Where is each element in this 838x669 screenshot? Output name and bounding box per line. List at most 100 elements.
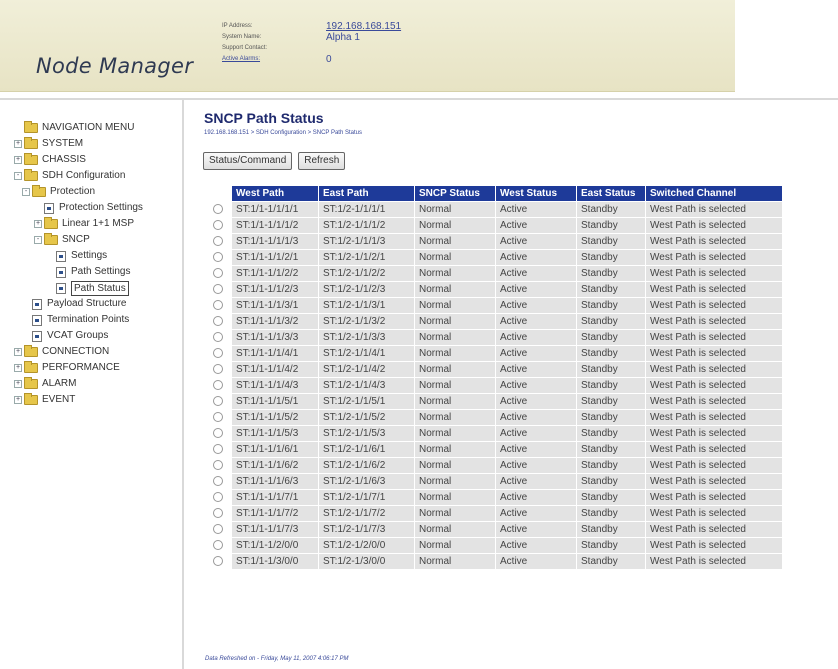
- table-cell: ST:1/1-1/1/5/1: [232, 394, 318, 409]
- row-radio-button[interactable]: [212, 492, 223, 503]
- nav-item-path-settings[interactable]: Path Settings: [14, 264, 143, 280]
- ip-address-row: IP Address: 192.168.168.151: [222, 21, 401, 32]
- row-radio-button[interactable]: [212, 284, 223, 295]
- table-cell: Active: [496, 490, 576, 505]
- table-cell: ST:1/2-1/1/5/2: [319, 410, 414, 425]
- row-radio-button[interactable]: [212, 380, 223, 391]
- expand-icon[interactable]: +: [14, 140, 22, 148]
- table-cell: ST:1/1-1/1/6/2: [232, 458, 318, 473]
- collapse-icon[interactable]: -: [14, 172, 22, 180]
- table-cell: ST:1/2-1/1/7/2: [319, 506, 414, 521]
- row-radio-button[interactable]: [212, 428, 223, 439]
- table-cell: Normal: [415, 522, 495, 537]
- row-radio-button[interactable]: [212, 204, 223, 215]
- table-cell: West Path is selected: [646, 218, 782, 233]
- table-cell: Normal: [415, 378, 495, 393]
- expand-icon[interactable]: +: [34, 220, 42, 228]
- row-radio-button[interactable]: [212, 332, 223, 343]
- system-name-label: System Name:: [222, 34, 262, 40]
- table-cell: Normal: [415, 538, 495, 553]
- nav-item-protection[interactable]: - Protection: [14, 184, 143, 200]
- row-radio-button[interactable]: [212, 300, 223, 311]
- table-cell: West Path is selected: [646, 506, 782, 521]
- active-alarms-row: Active Alarms: 0: [222, 54, 401, 65]
- row-radio-button[interactable]: [212, 364, 223, 375]
- table-header-row: West Path East Path SNCP Status West Status…: [204, 186, 782, 201]
- table-row: ST:1/1-1/1/1/3 ST:1/2-1/1/1/3 Normal Active…: [204, 234, 782, 249]
- nav-item-event[interactable]: + EVENT: [14, 392, 143, 408]
- folder-icon: [24, 153, 38, 165]
- nav-item-label: Termination Points: [47, 314, 130, 325]
- nav-item-label: Path Status: [71, 280, 129, 296]
- row-radio-button[interactable]: [212, 220, 223, 231]
- row-radio-button[interactable]: [212, 540, 223, 551]
- nav-item-settings[interactable]: Settings: [14, 248, 143, 264]
- expand-icon[interactable]: +: [14, 348, 22, 356]
- row-select-cell: [204, 474, 231, 489]
- nav-item-chassis[interactable]: + CHASSIS: [14, 152, 143, 168]
- row-radio-button[interactable]: [212, 508, 223, 519]
- nav-item-sdh-configuration[interactable]: - SDH Configuration: [14, 168, 143, 184]
- row-radio-button[interactable]: [212, 412, 223, 423]
- nav-item-performance[interactable]: + PERFORMANCE: [14, 360, 143, 376]
- refresh-button[interactable]: Refresh: [298, 152, 346, 170]
- row-radio-button[interactable]: [212, 396, 223, 407]
- table-row: ST:1/1-1/1/1/1 ST:1/2-1/1/1/1 Normal Active…: [204, 202, 782, 217]
- header-band: [0, 0, 838, 92]
- row-radio-button[interactable]: [212, 476, 223, 487]
- active-alarms-link[interactable]: Active Alarms:: [222, 54, 326, 65]
- table-cell: West Path is selected: [646, 522, 782, 537]
- table-cell: ST:1/2-1/1/4/2: [319, 362, 414, 377]
- table-row: ST:1/1-1/1/3/3 ST:1/2-1/1/3/3 Normal Active…: [204, 330, 782, 345]
- row-radio-button[interactable]: [212, 460, 223, 471]
- row-radio-button[interactable]: [212, 316, 223, 327]
- row-radio-button[interactable]: [212, 524, 223, 535]
- nav-item-connection[interactable]: + CONNECTION: [14, 344, 143, 360]
- row-radio-button[interactable]: [212, 556, 223, 567]
- collapse-icon[interactable]: -: [22, 188, 30, 196]
- nav-item-system[interactable]: + SYSTEM: [14, 136, 143, 152]
- nav-item-alarm[interactable]: + ALARM: [14, 376, 143, 392]
- status-command-button[interactable]: Status/Command: [203, 152, 293, 170]
- table-cell: ST:1/1-1/1/1/2: [232, 218, 318, 233]
- table-cell: Normal: [415, 506, 495, 521]
- nav-item-protection-settings[interactable]: Protection Settings: [14, 200, 143, 216]
- table-cell: Normal: [415, 314, 495, 329]
- expand-icon[interactable]: +: [14, 156, 22, 164]
- row-radio-button[interactable]: [212, 252, 223, 263]
- nav-item-navigation-menu[interactable]: NAVIGATION MENU: [14, 120, 143, 136]
- nav-item-sncp[interactable]: - SNCP: [14, 232, 143, 248]
- collapse-icon[interactable]: -: [34, 236, 42, 244]
- table-cell: Active: [496, 410, 576, 425]
- nav-item-path-status[interactable]: Path Status: [14, 280, 143, 296]
- nav-item-vcat-groups[interactable]: VCAT Groups: [14, 328, 143, 344]
- ip-address-link[interactable]: 192.168.168.151: [326, 21, 401, 32]
- nav-item-termination-points[interactable]: Termination Points: [14, 312, 143, 328]
- row-select-cell: [204, 266, 231, 281]
- table-cell: Normal: [415, 250, 495, 265]
- row-radio-button[interactable]: [212, 444, 223, 455]
- row-radio-button[interactable]: [212, 348, 223, 359]
- table-cell: Normal: [415, 218, 495, 233]
- table-row: ST:1/1-1/1/7/2 ST:1/2-1/1/7/2 Normal Active…: [204, 506, 782, 521]
- table-cell: ST:1/2-1/1/1/1: [319, 202, 414, 217]
- table-row: ST:1/1-1/1/6/2 ST:1/2-1/1/6/2 Normal Active…: [204, 458, 782, 473]
- table-cell: Active: [496, 202, 576, 217]
- expand-icon[interactable]: +: [14, 380, 22, 388]
- row-select-cell: [204, 234, 231, 249]
- row-radio-button[interactable]: [212, 236, 223, 247]
- expand-icon[interactable]: +: [14, 364, 22, 372]
- expand-icon[interactable]: +: [14, 396, 22, 404]
- nav-item-payload-structure[interactable]: Payload Structure: [14, 296, 143, 312]
- table-row: ST:1/1-1/2/0/0 ST:1/2-1/2/0/0 Normal Active…: [204, 538, 782, 553]
- table-cell: ST:1/2-1/1/2/3: [319, 282, 414, 297]
- nav-item-linear-1-1-msp[interactable]: + Linear 1+1 MSP: [14, 216, 143, 232]
- table-cell: West Path is selected: [646, 538, 782, 553]
- row-radio-button[interactable]: [212, 268, 223, 279]
- system-info: IP Address: 192.168.168.151 System Name:…: [222, 21, 401, 65]
- table-cell: Standby: [577, 506, 645, 521]
- table-cell: ST:1/1-1/1/2/2: [232, 266, 318, 281]
